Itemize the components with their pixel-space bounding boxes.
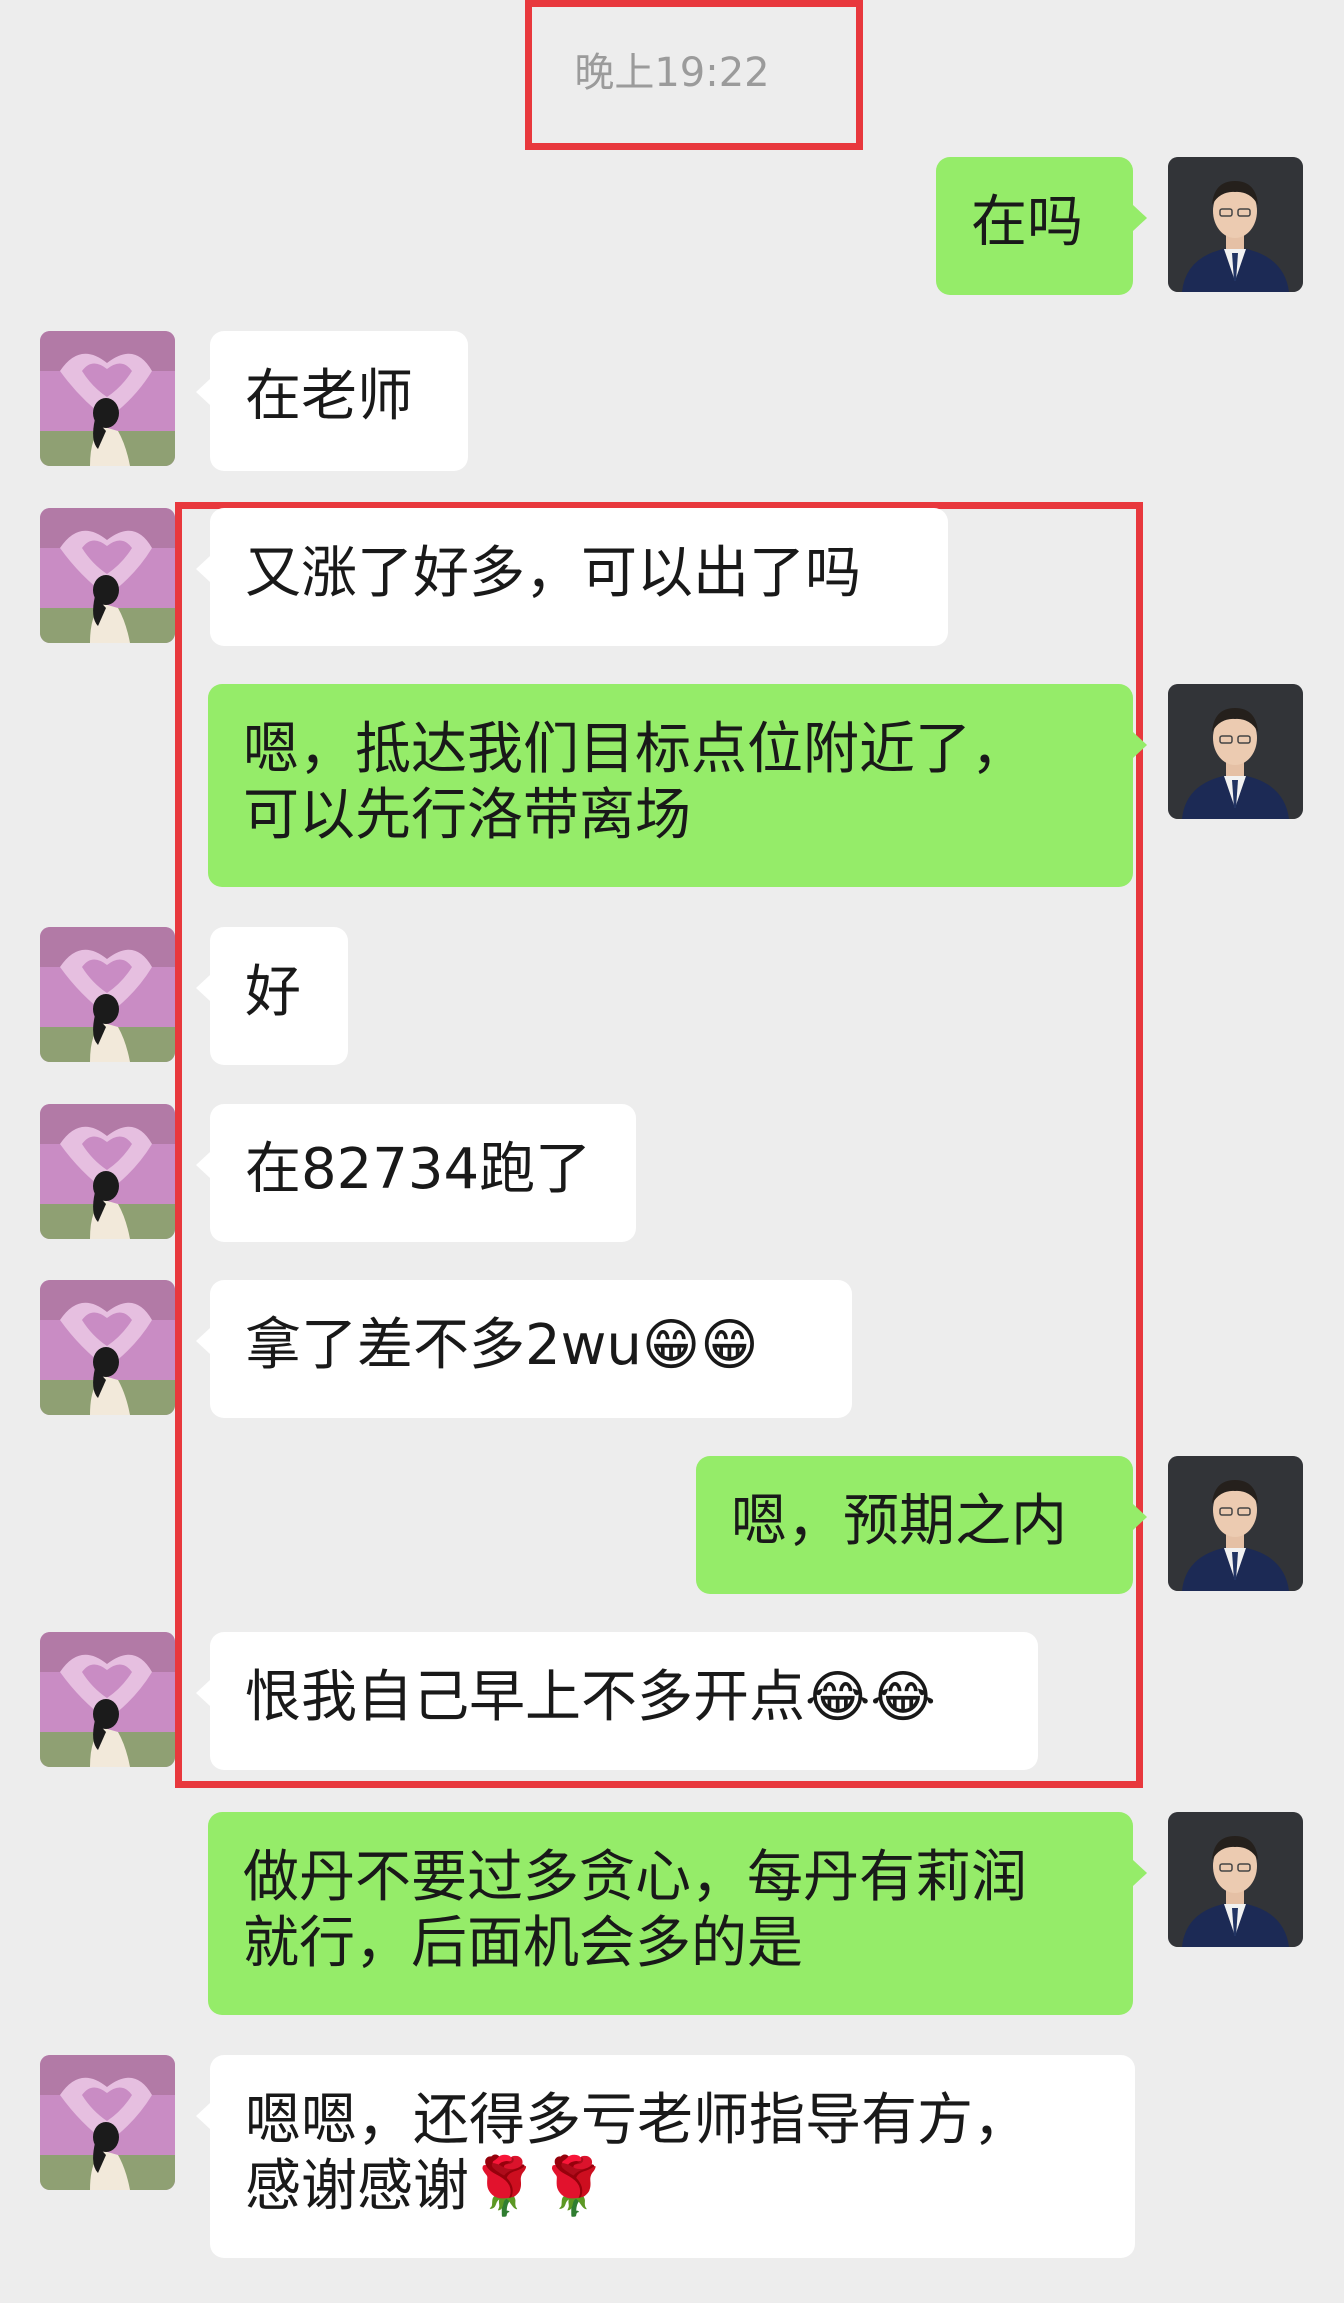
- self-avatar[interactable]: [1168, 1456, 1303, 1591]
- highlight-box-timestamp: [525, 0, 863, 150]
- self-avatar[interactable]: [1168, 684, 1303, 819]
- contact-avatar[interactable]: [40, 1280, 175, 1415]
- chat-bubble-outgoing[interactable]: 嗯，抵达我们目标点位附近了， 可以先行洛带离场: [208, 684, 1147, 887]
- self-avatar[interactable]: [1168, 157, 1303, 292]
- chat-bubble-outgoing[interactable]: 嗯，预期之内: [696, 1456, 1147, 1594]
- contact-avatar[interactable]: [40, 927, 175, 1062]
- chat-bubble-incoming[interactable]: 在82734跑了: [196, 1104, 636, 1242]
- chat-bubble-outgoing[interactable]: 在吗: [936, 157, 1147, 295]
- contact-avatar[interactable]: [40, 1632, 175, 1767]
- chat-bubble-incoming[interactable]: 又涨了好多，可以出了吗: [196, 508, 948, 646]
- chat-bubble-incoming[interactable]: 在老师: [196, 331, 468, 471]
- chat-bubble-incoming[interactable]: 好: [196, 927, 348, 1065]
- contact-avatar[interactable]: [40, 331, 175, 466]
- contact-avatar[interactable]: [40, 1104, 175, 1239]
- chat-bubble-outgoing[interactable]: 做丹不要过多贪心，每丹有莉润 就行，后面机会多的是: [208, 1812, 1147, 2015]
- chat-bubble-incoming[interactable]: 拿了差不多2wu😁😁: [196, 1280, 852, 1418]
- contact-avatar[interactable]: [40, 508, 175, 643]
- chat-bubble-incoming[interactable]: 恨我自己早上不多开点😂😂: [196, 1632, 1038, 1770]
- self-avatar[interactable]: [1168, 1812, 1303, 1947]
- contact-avatar[interactable]: [40, 2055, 175, 2190]
- chat-bubble-incoming[interactable]: 嗯嗯，还得多亏老师指导有方， 感谢感谢🌹🌹: [196, 2055, 1135, 2258]
